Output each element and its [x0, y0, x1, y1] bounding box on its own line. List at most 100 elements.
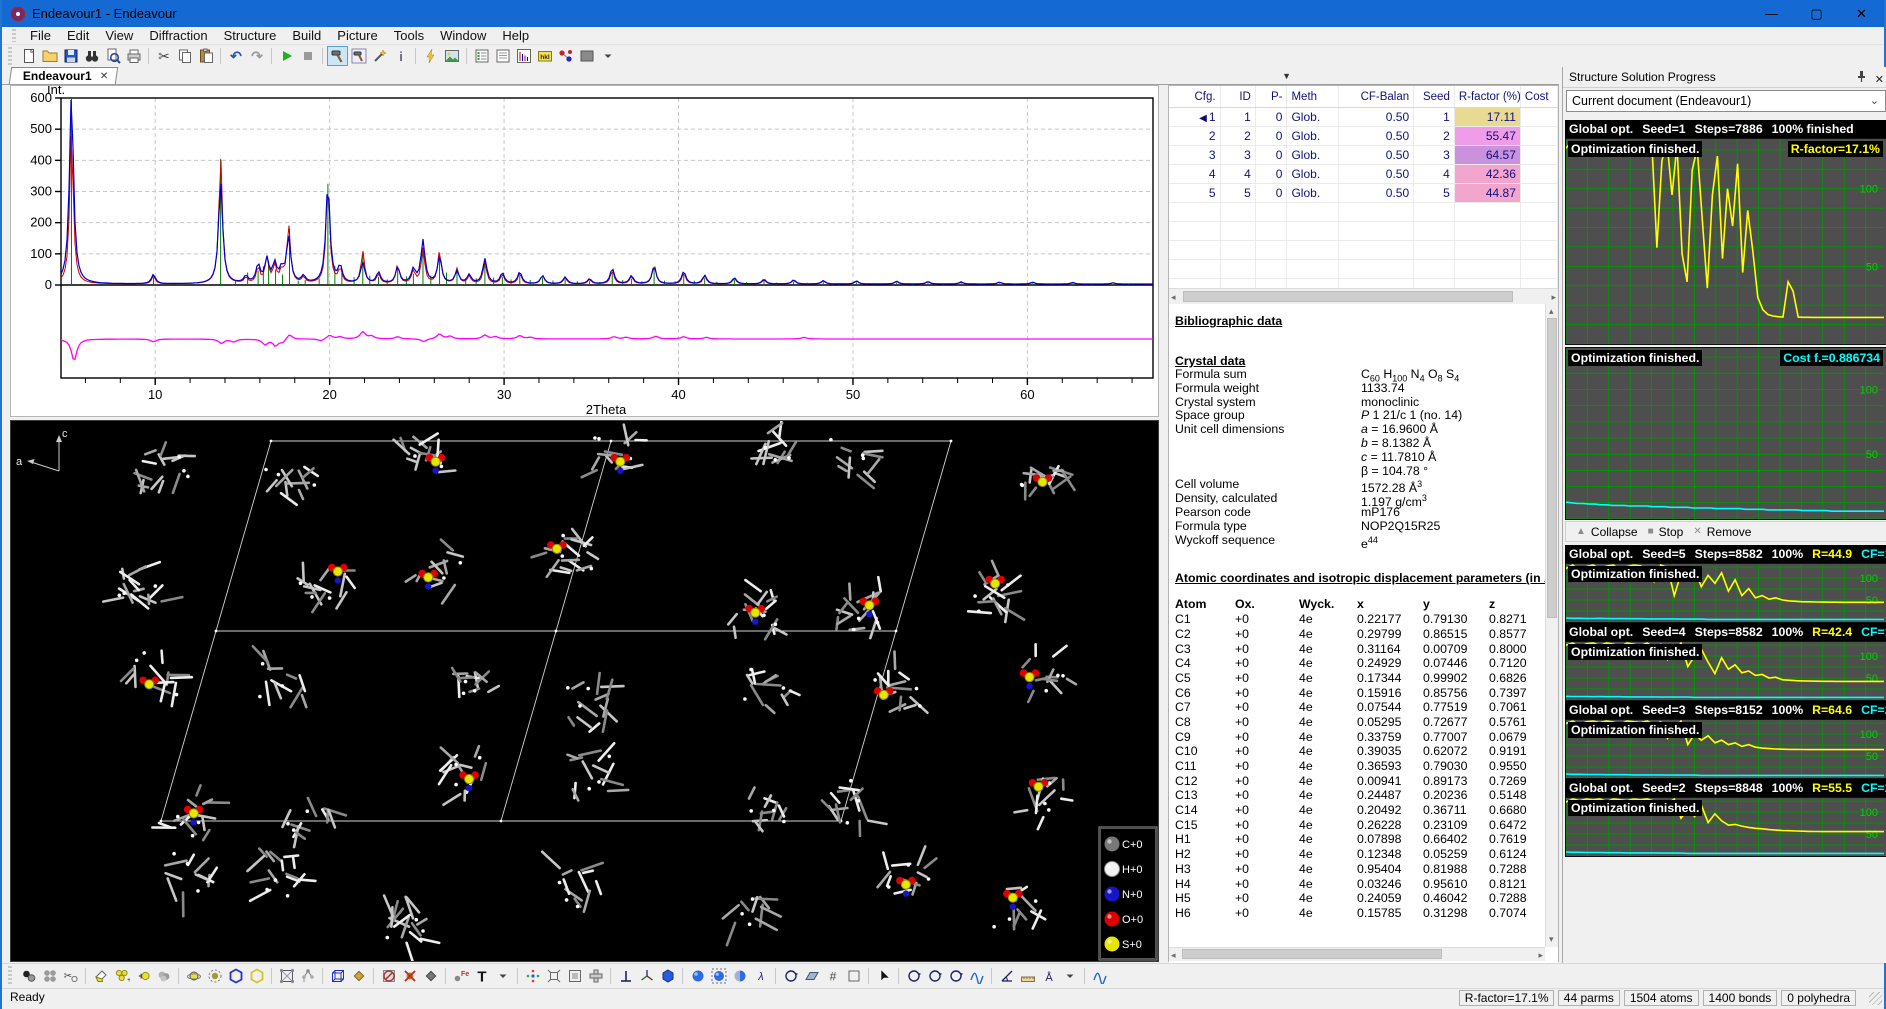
rotate-x-icon[interactable]	[903, 966, 924, 986]
angstrom-icon[interactable]: Å	[1038, 966, 1059, 986]
menu-picture[interactable]: Picture	[329, 27, 385, 45]
print-icon[interactable]	[123, 46, 144, 66]
edit-cell-atoms-icon[interactable]	[276, 966, 297, 986]
polyhedron-view-icon[interactable]	[657, 966, 678, 986]
powder-pattern-icon[interactable]	[513, 46, 534, 66]
fill-color-icon[interactable]	[90, 966, 111, 986]
menu-diffraction[interactable]: Diffraction	[141, 27, 215, 45]
new-document-icon[interactable]	[18, 46, 39, 66]
crystal-canvas[interactable]: caC+0H+0N+0O+0S+0	[11, 421, 1158, 961]
crystal-structure-view[interactable]: caC+0H+0N+0O+0S+0	[10, 420, 1159, 962]
menu-file[interactable]: File	[22, 27, 59, 45]
grid-toggle-icon[interactable]: #	[822, 966, 843, 986]
resize-grip[interactable]	[1869, 992, 1882, 1005]
sphere-style-selected-icon[interactable]	[708, 966, 729, 986]
scroll-down-icon[interactable]: ▾	[1549, 934, 1554, 945]
config-row[interactable]: 330Glob.0.50364.57	[1169, 146, 1558, 165]
biblio-horizontal-scrollbar[interactable]: ◂ ▸	[1169, 947, 1545, 961]
scroll-left-icon[interactable]: ◂	[1171, 292, 1176, 303]
close-button[interactable]: ✕	[1839, 0, 1884, 27]
polyhedra-icon[interactable]	[420, 966, 441, 986]
toolbar-grip[interactable]	[8, 966, 12, 985]
table-horizontal-scrollbar[interactable]: ◂ ▸	[1169, 288, 1558, 304]
column-header-cost[interactable]: Cost	[1521, 86, 1558, 107]
stop-button[interactable]: ■Stop	[1648, 525, 1684, 539]
tab-list-caret-icon[interactable]: ▼	[1282, 71, 1291, 81]
solution-window-icon[interactable]	[348, 46, 369, 66]
fill-view-icon[interactable]	[564, 966, 585, 986]
config-row[interactable]: ◀110Glob.0.50117.11	[1169, 108, 1558, 127]
orientation-axes-icon[interactable]	[636, 966, 657, 986]
bibliographic-data-panel[interactable]: Bibliographic dataCrystal dataFormula su…	[1169, 304, 1558, 963]
menu-window[interactable]: Window	[432, 27, 494, 45]
collapse-button[interactable]: ▲Collapse	[1576, 525, 1638, 539]
fit-view-icon[interactable]	[585, 966, 606, 986]
panel-close-icon[interactable]: ✕	[1875, 70, 1884, 91]
ring-yellow-icon[interactable]	[246, 966, 267, 986]
menu-grip[interactable]	[12, 29, 16, 43]
configurations-table[interactable]: Cfg.IDP-MethCF-BalanSeedR-factor (%)Cost…	[1169, 86, 1558, 288]
stop-calculation-icon[interactable]	[297, 46, 318, 66]
structure-picture-icon[interactable]	[555, 46, 576, 66]
open-icon[interactable]	[39, 46, 60, 66]
copy-icon[interactable]	[174, 46, 195, 66]
delete-atoms-icon[interactable]	[399, 966, 420, 986]
spin-icon[interactable]	[966, 966, 987, 986]
config-row[interactable]: 440Glob.0.50442.36	[1169, 165, 1558, 184]
scroll-up-icon[interactable]: ▴	[1549, 306, 1554, 317]
column-header-r-factor-[interactable]: R-factor (%)	[1455, 86, 1521, 107]
menu-build[interactable]: Build	[284, 27, 329, 45]
document-combo[interactable]: Current document (Endeavour1) ⌄	[1566, 90, 1886, 112]
menu-tools[interactable]: Tools	[386, 27, 432, 45]
config-row[interactable]: 550Glob.0.50544.87	[1169, 184, 1558, 203]
toolbar-options-caret[interactable]	[597, 46, 618, 66]
menu-edit[interactable]: Edit	[59, 27, 97, 45]
start-calculation-icon[interactable]	[276, 46, 297, 66]
select-mode-icon[interactable]	[873, 966, 894, 986]
save-icon[interactable]	[60, 46, 81, 66]
tab-endeavour1[interactable]: Endeavour1 ✕	[9, 67, 118, 84]
structure-solution-icon[interactable]	[327, 46, 348, 66]
measure-angle-icon[interactable]	[996, 966, 1017, 986]
minimize-button[interactable]: —	[1749, 0, 1794, 27]
remove-button[interactable]: ✕Remove	[1693, 525, 1751, 539]
plane-tool-icon[interactable]	[801, 966, 822, 986]
select-atoms-icon[interactable]	[18, 966, 39, 986]
select-all-atoms-icon[interactable]	[39, 966, 60, 986]
find-icon[interactable]	[81, 46, 102, 66]
rotate-y-icon[interactable]	[924, 966, 945, 986]
curve-tool-icon[interactable]	[1089, 966, 1110, 986]
sphere-half-style-icon[interactable]	[729, 966, 750, 986]
cut-atoms-icon[interactable]: ✂	[60, 966, 81, 986]
scroll-thumb[interactable]	[1182, 949, 1442, 959]
column-header-cf-balan[interactable]: CF-Balan	[1339, 86, 1414, 107]
column-header-meth[interactable]: Meth	[1287, 86, 1339, 107]
highlight-atom-icon[interactable]	[183, 966, 204, 986]
data-sheet-icon[interactable]	[471, 46, 492, 66]
quick-settings-icon[interactable]	[420, 46, 441, 66]
scroll-left-icon[interactable]: ◂	[1171, 950, 1176, 961]
text-tool-caret[interactable]	[492, 966, 513, 986]
rotate-z-icon[interactable]	[945, 966, 966, 986]
picture-icon[interactable]	[441, 46, 462, 66]
cut-icon[interactable]: ✂	[153, 46, 174, 66]
print-preview-icon[interactable]	[102, 46, 123, 66]
info-icon[interactable]: i	[390, 46, 411, 66]
undo-icon[interactable]: ↶	[225, 46, 246, 66]
scroll-right-icon[interactable]: ▸	[1551, 292, 1556, 303]
text-tool-icon[interactable]: T	[471, 966, 492, 986]
scroll-right-icon[interactable]: ▸	[1538, 950, 1543, 961]
expand-view-icon[interactable]	[543, 966, 564, 986]
pin-icon[interactable]	[1856, 70, 1867, 83]
toolbar-grip[interactable]	[8, 47, 12, 65]
background-color-icon[interactable]	[576, 46, 597, 66]
maximize-button[interactable]: ▢	[1794, 0, 1839, 27]
center-view-icon[interactable]	[522, 966, 543, 986]
hkl-list-icon[interactable]: hkl	[534, 46, 555, 66]
measure-caret[interactable]	[1059, 966, 1080, 986]
asymmetric-unit-icon[interactable]	[348, 966, 369, 986]
unit-cell-icon[interactable]	[327, 966, 348, 986]
wizard-icon[interactable]	[369, 46, 390, 66]
report-icon[interactable]	[492, 46, 513, 66]
column-header-seed[interactable]: Seed	[1414, 86, 1455, 107]
